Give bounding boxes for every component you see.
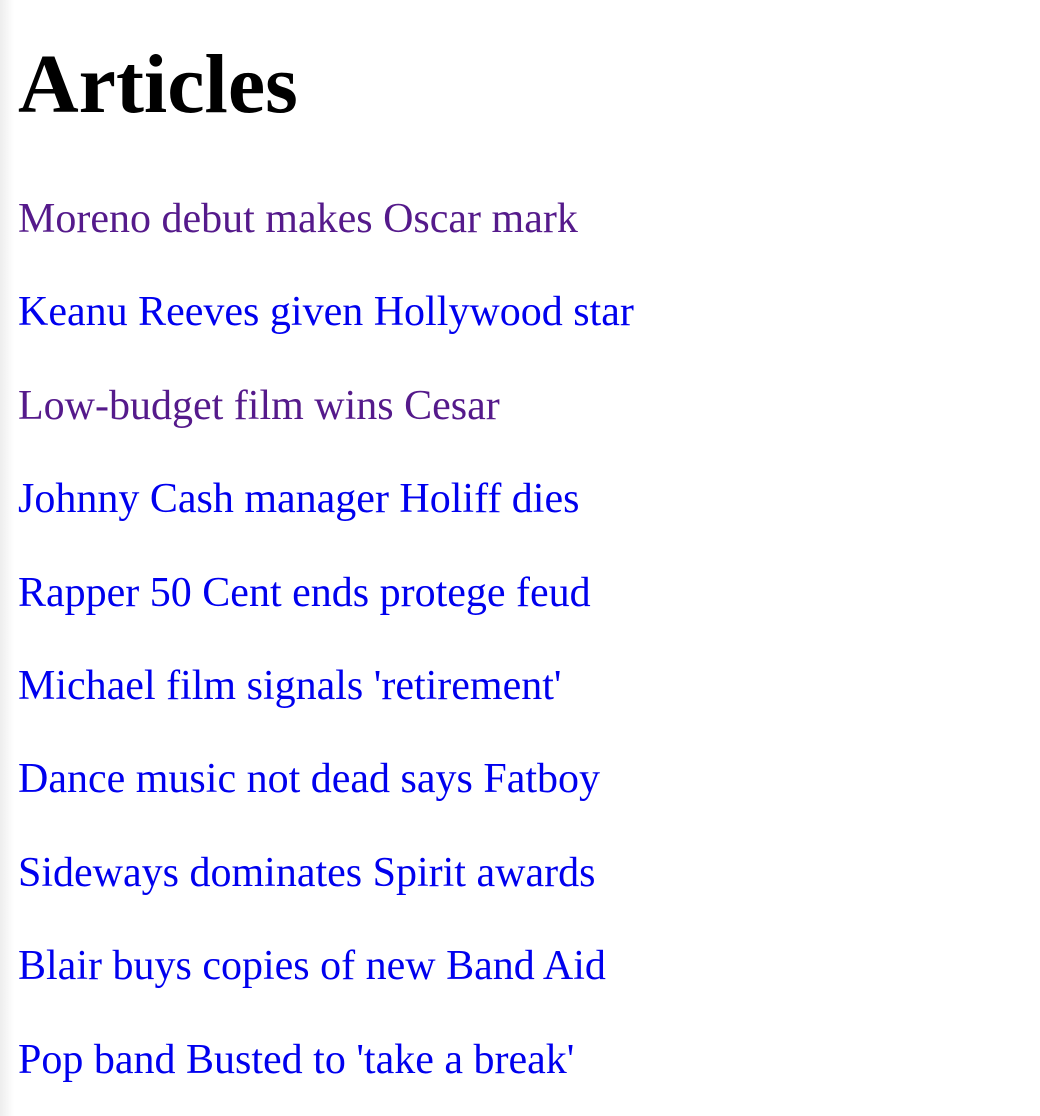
article-link-7[interactable]: Dance music not dead says Fatboy bbox=[18, 754, 600, 804]
list-item: Rapper 50 Cent ends protege feud bbox=[18, 568, 634, 661]
list-item: Sideways dominates Spirit awards bbox=[18, 848, 634, 941]
article-link-6[interactable]: Michael film signals 'retirement' bbox=[18, 661, 561, 711]
article-link-3[interactable]: Low-budget film wins Cesar bbox=[18, 381, 500, 431]
list-item: Johnny Cash manager Holiff dies bbox=[18, 474, 634, 567]
list-item: Blair buys copies of new Band Aid bbox=[18, 941, 634, 1034]
article-link-2[interactable]: Keanu Reeves given Hollywood star bbox=[18, 287, 634, 337]
list-item: Keanu Reeves given Hollywood star bbox=[18, 287, 634, 380]
list-item: Moreno debut makes Oscar mark bbox=[18, 194, 634, 287]
article-link-8[interactable]: Sideways dominates Spirit awards bbox=[18, 848, 595, 898]
page-title: Articles bbox=[18, 38, 298, 131]
window-edge-shadow bbox=[0, 0, 14, 1116]
article-link-4[interactable]: Johnny Cash manager Holiff dies bbox=[18, 474, 579, 524]
list-item: Pop band Busted to 'take a break' bbox=[18, 1035, 634, 1116]
list-item: Low-budget film wins Cesar bbox=[18, 381, 634, 474]
article-link-10[interactable]: Pop band Busted to 'take a break' bbox=[18, 1035, 574, 1085]
article-link-9[interactable]: Blair buys copies of new Band Aid bbox=[18, 941, 606, 991]
article-link-5[interactable]: Rapper 50 Cent ends protege feud bbox=[18, 568, 591, 618]
article-list: Moreno debut makes Oscar mark Keanu Reev… bbox=[18, 194, 634, 1116]
list-item: Dance music not dead says Fatboy bbox=[18, 754, 634, 847]
article-link-1[interactable]: Moreno debut makes Oscar mark bbox=[18, 194, 578, 244]
list-item: Michael film signals 'retirement' bbox=[18, 661, 634, 754]
